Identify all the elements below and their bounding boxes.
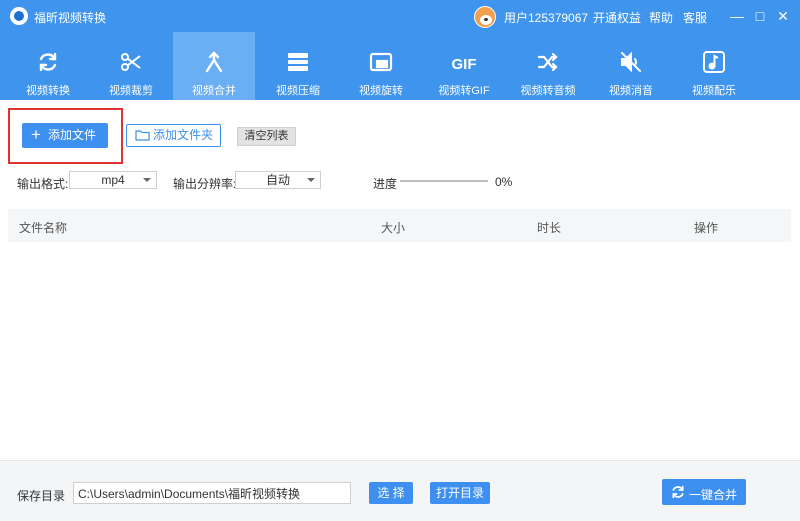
- save-dir-label: 保存目录: [17, 489, 66, 503]
- minimize-button[interactable]: —: [728, 7, 746, 25]
- help-link[interactable]: 帮助: [649, 9, 673, 26]
- rotate-icon: [369, 52, 393, 72]
- save-path-input[interactable]: [73, 482, 351, 504]
- column-header-action: 操作: [694, 221, 719, 235]
- close-button[interactable]: ✕: [774, 7, 792, 25]
- gif-icon: GIF: [452, 56, 476, 73]
- refresh-icon: [39, 52, 57, 72]
- tool-bar: 视频转换 视频裁剪 视频合并 视频压缩 视频旋转 GIF 视频转GIF 视频转音…: [0, 32, 800, 100]
- merge-label: 一键合并: [689, 488, 738, 502]
- choose-button[interactable]: 选 择: [369, 482, 413, 504]
- tool-video-rotate[interactable]: 视频旋转: [340, 32, 422, 100]
- maximize-button[interactable]: □: [751, 7, 769, 25]
- column-header-size: 大小: [381, 221, 406, 235]
- tool-label: 视频转音频: [520, 85, 576, 97]
- column-header-duration: 时长: [537, 221, 562, 235]
- chevron-down-icon: [307, 178, 315, 182]
- table-header: 文件名称 大小 时长 操作: [8, 209, 791, 242]
- title-bar: 福昕视频转换 用户125379067 开通权益 帮助 客服 — □ ✕: [0, 0, 800, 32]
- merge-button[interactable]: 一键合并: [662, 479, 746, 505]
- tool-label: 视频消音: [609, 85, 653, 97]
- format-select[interactable]: mp4: [69, 171, 157, 189]
- tool-label: 视频裁剪: [109, 85, 153, 97]
- compress-icon: [288, 53, 308, 71]
- svg-text:GIF: GIF: [452, 56, 476, 73]
- column-header-name: 文件名称: [19, 221, 68, 235]
- tool-label: 视频转GIF: [438, 85, 490, 97]
- chevron-down-icon: [143, 178, 151, 182]
- add-folder-label: 添加文件夹: [153, 128, 214, 142]
- tool-video-compress[interactable]: 视频压缩: [257, 32, 339, 100]
- user-name[interactable]: 用户125379067: [504, 9, 588, 26]
- resolution-select[interactable]: 自动: [235, 171, 321, 189]
- tool-label: 视频转换: [26, 85, 70, 97]
- progress-percent: 0%: [495, 175, 513, 189]
- tool-video-cut[interactable]: 视频裁剪: [90, 32, 172, 100]
- clear-list-button[interactable]: 清空列表: [237, 127, 296, 146]
- add-folder-button[interactable]: 添加文件夹: [126, 124, 221, 147]
- resolution-label: 输出分辨率:: [173, 177, 237, 191]
- folder-icon: [135, 130, 150, 141]
- avatar[interactable]: [474, 6, 496, 28]
- tool-video-convert[interactable]: 视频转换: [7, 32, 89, 100]
- tool-video-to-audio[interactable]: 视频转音频: [507, 32, 589, 100]
- tool-video-music[interactable]: 视频配乐: [673, 32, 755, 100]
- tool-label: 视频配乐: [692, 85, 736, 97]
- tool-label: 视频旋转: [359, 85, 403, 97]
- mute-icon: [621, 51, 641, 73]
- app-logo-icon: [10, 7, 28, 25]
- tool-label: 视频合并: [192, 85, 236, 97]
- open-dir-button[interactable]: 打开目录: [430, 482, 490, 504]
- add-file-button[interactable]: + 添加文件: [22, 123, 108, 148]
- tool-video-gif[interactable]: GIF 视频转GIF: [423, 32, 505, 100]
- merge-icon: [205, 51, 223, 73]
- progress-label: 进度: [373, 177, 398, 191]
- footer-bar: 保存目录 选 择 打开目录 一键合并: [0, 460, 800, 521]
- app-title: 福昕视频转换: [34, 11, 107, 25]
- music-icon: [703, 51, 725, 73]
- tool-video-merge[interactable]: 视频合并: [173, 32, 255, 100]
- tool-label: 视频压缩: [276, 85, 320, 97]
- scissors-icon: [121, 53, 141, 71]
- format-label: 输出格式:: [17, 177, 69, 191]
- add-file-label: 添加文件: [48, 128, 97, 142]
- file-table: 文件名称 大小 时长 操作: [8, 209, 791, 458]
- service-link[interactable]: 客服: [683, 9, 707, 26]
- plus-icon: +: [31, 125, 41, 144]
- refresh-icon: [672, 485, 684, 499]
- progress-bar: [400, 180, 488, 182]
- open-vip-link[interactable]: 开通权益: [593, 9, 641, 26]
- shuffle-icon: [537, 52, 558, 72]
- tool-video-mute[interactable]: 视频消音: [590, 32, 672, 100]
